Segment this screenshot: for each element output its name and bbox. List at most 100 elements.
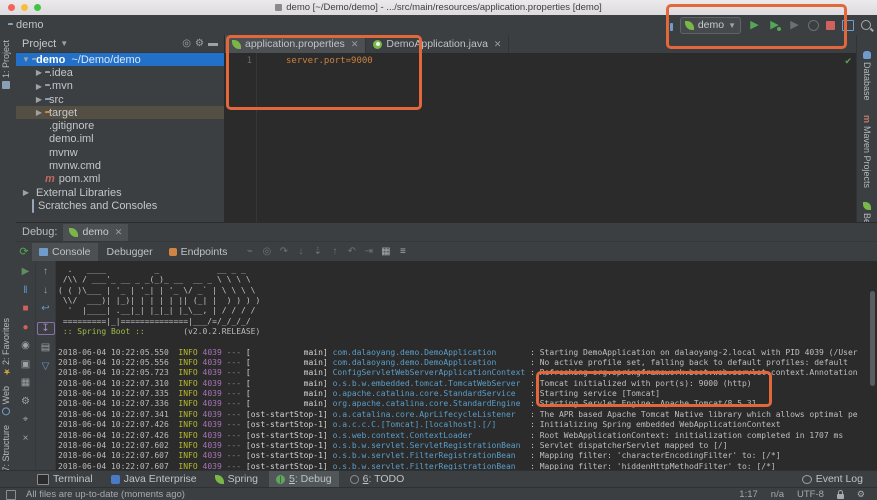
tree-collapsed-arrow-icon[interactable]: ▶ (33, 68, 45, 77)
thread-dump-icon[interactable]: ▣ (18, 359, 34, 370)
inspections-ok-icon[interactable]: ✔ (844, 56, 852, 67)
step-into-icon[interactable]: ↓ (293, 246, 308, 257)
tree-item-mvnw[interactable]: mvnw (16, 146, 224, 159)
rerun-icon[interactable]: ⟳ (18, 245, 30, 258)
run-to-cursor-icon[interactable]: ⇥ (361, 246, 376, 257)
scroll-to-end-icon[interactable]: ↧ (37, 322, 55, 335)
show-execution-point-icon[interactable]: ◎ (259, 246, 274, 257)
debug-button[interactable]: ▶ (768, 20, 781, 31)
tree-collapsed-arrow-icon[interactable]: ▶ (20, 188, 32, 197)
down-icon[interactable]: ↓ (38, 285, 54, 296)
step-over-icon[interactable]: ↷ (276, 246, 291, 257)
file-encoding[interactable]: UTF-8 (797, 489, 824, 500)
log-line[interactable]: 2018-06-04 10:22:07.335 INFO 4039 --- [ … (58, 389, 877, 399)
log-line[interactable]: 2018-06-04 10:22:07.336 INFO 4039 --- [ … (58, 399, 877, 409)
hide-panel-icon[interactable]: ▬ (208, 38, 218, 49)
run-dashboard-icon[interactable] (666, 20, 673, 31)
run-configuration-select[interactable]: demo ▼ (680, 17, 741, 34)
tree-item-scratches-and-consoles[interactable]: Scratches and Consoles (16, 199, 224, 212)
search-everywhere-icon[interactable] (861, 20, 871, 30)
log-line[interactable]: 2018-06-04 10:22:05.550 INFO 4039 --- [ … (58, 348, 877, 358)
print-icon[interactable]: ▤ (38, 342, 54, 353)
nav-project-crumb[interactable]: demo (16, 19, 44, 31)
caret-position[interactable]: 1:17 (739, 489, 758, 500)
editor-preview-icon[interactable] (6, 490, 16, 500)
tool-strip-button-2-favorites[interactable]: ★2: Favorites (1, 318, 11, 376)
tree-item--gitignore[interactable]: .gitignore (16, 119, 224, 132)
tab-endpoints[interactable]: Endpoints (162, 243, 235, 261)
close-tab-icon[interactable]: ✕ (351, 39, 359, 50)
tool-strip-button-database[interactable]: Database (862, 51, 872, 101)
event-log-button[interactable]: Event Log (802, 473, 863, 485)
tab-debugger[interactable]: Debugger (100, 243, 160, 261)
drop-frame-icon[interactable]: ↶ (344, 246, 359, 257)
log-line[interactable]: 2018-06-04 10:22:07.310 INFO 4039 --- [ … (58, 379, 877, 389)
chevron-down-icon[interactable]: ▼ (60, 39, 68, 48)
tree-item-demo-iml[interactable]: demo.iml (16, 133, 224, 146)
tree-expanded-arrow-icon[interactable]: ▼ (20, 55, 32, 64)
clear-all-icon[interactable]: ▽ (38, 361, 54, 372)
pause-icon[interactable]: ‖ (18, 285, 34, 296)
mute-breakpoints-icon[interactable]: ◉ (18, 340, 34, 351)
log-line[interactable]: 2018-06-04 10:22:07.426 INFO 4039 --- [o… (58, 431, 877, 441)
attach-icon[interactable]: ⌁ (242, 246, 257, 257)
editor-code-line[interactable]: server.port=9000 (258, 56, 373, 66)
settings-icon[interactable]: ⚙ (18, 396, 34, 407)
settings-list-icon[interactable]: ≡ (395, 246, 410, 257)
tree-item--mvn[interactable]: ▶.mvn (16, 80, 224, 93)
line-separator[interactable]: n/a (771, 489, 784, 500)
lock-icon[interactable] (837, 494, 844, 499)
tree-item-demo[interactable]: ▼demo~/Demo/demo (16, 53, 224, 66)
log-line[interactable]: 2018-06-04 10:22:07.607 INFO 4039 --- [o… (58, 451, 877, 461)
tree-collapsed-arrow-icon[interactable]: ▶ (33, 95, 45, 104)
toolwindow-button-terminal[interactable]: Terminal (30, 471, 100, 487)
tree-item-external-libraries[interactable]: ▶External Libraries (16, 186, 224, 199)
tool-windows-icon[interactable] (842, 20, 854, 31)
close-session-icon[interactable]: ✕ (115, 227, 123, 238)
stop-button[interactable] (826, 21, 835, 30)
locate-file-icon[interactable]: ◎ (182, 38, 191, 49)
view-breakpoints-icon[interactable]: ● (18, 322, 34, 333)
tab-demoapplication-java[interactable]: DemoApplication.java ✕ (366, 35, 509, 53)
profiler-button[interactable] (808, 20, 819, 31)
tree-item-src[interactable]: ▶src (16, 93, 224, 106)
tool-strip-button-1-project[interactable]: 1: Project (1, 40, 11, 89)
project-panel-title[interactable]: Project (22, 38, 56, 50)
restore-layout-icon[interactable]: ▦ (378, 246, 393, 257)
log-line[interactable]: 2018-06-04 10:22:07.602 INFO 4039 --- [o… (58, 441, 877, 451)
log-line[interactable]: 2018-06-04 10:22:05.556 INFO 4039 --- [ … (58, 358, 877, 368)
tree-item--idea[interactable]: ▶.idea (16, 66, 224, 79)
tab-application-properties[interactable]: application.properties ✕ (225, 35, 366, 53)
tool-strip-button-maven-projects[interactable]: mMaven Projects (862, 115, 872, 188)
log-line[interactable]: 2018-06-04 10:22:07.341 INFO 4039 --- [o… (58, 410, 877, 420)
tool-strip-button-web[interactable]: Web (1, 386, 11, 415)
tree-item-target[interactable]: ▶target (16, 106, 224, 119)
close-icon[interactable]: × (18, 433, 34, 444)
tree-item-mvnw-cmd[interactable]: mvnw.cmd (16, 159, 224, 172)
log-line[interactable]: 2018-06-04 10:22:07.426 INFO 4039 --- [o… (58, 420, 877, 430)
toolwindow-button-5-debug[interactable]: 5: Debug (269, 471, 339, 487)
tree-collapsed-arrow-icon[interactable]: ▶ (33, 108, 45, 117)
highlighting-level-icon[interactable]: ⚙ (857, 489, 865, 500)
log-line[interactable]: 2018-06-04 10:22:07.607 INFO 4039 --- [o… (58, 462, 877, 470)
step-out-icon[interactable]: ↑ (327, 246, 342, 257)
tree-item-pom-xml[interactable]: mpom.xml (16, 173, 224, 186)
rerun-icon[interactable]: ▶ (18, 266, 34, 277)
restore-layout-icon[interactable]: ▦ (18, 377, 34, 388)
console-output[interactable]: . ____ _ __ _ _ /\\ / ___'_ __ _ _(_)_ _… (56, 261, 877, 470)
force-step-into-icon[interactable]: ⇣ (310, 246, 325, 257)
up-icon[interactable]: ↑ (38, 266, 54, 277)
soft-wrap-icon[interactable]: ↩ (38, 303, 54, 314)
log-line[interactable]: 2018-06-04 10:22:05.723 INFO 4039 --- [ … (58, 368, 877, 378)
run-button[interactable]: ▶ (748, 20, 761, 31)
toolwindow-button-java-enterprise[interactable]: Java Enterprise (104, 471, 204, 487)
run-with-coverage-button[interactable]: ▶ (788, 20, 801, 31)
debug-session-tab[interactable]: demo ✕ (63, 224, 128, 241)
tree-collapsed-arrow-icon[interactable]: ▶ (33, 82, 45, 91)
pin-icon[interactable]: ⌖ (18, 414, 34, 425)
tab-console[interactable]: Console (32, 243, 98, 261)
toolwindow-button-6-todo[interactable]: 6: TODO (343, 471, 412, 487)
close-tab-icon[interactable]: ✕ (494, 39, 502, 50)
settings-gear-icon[interactable]: ⚙ (195, 38, 204, 49)
navigation-bar[interactable]: demo (8, 19, 44, 31)
